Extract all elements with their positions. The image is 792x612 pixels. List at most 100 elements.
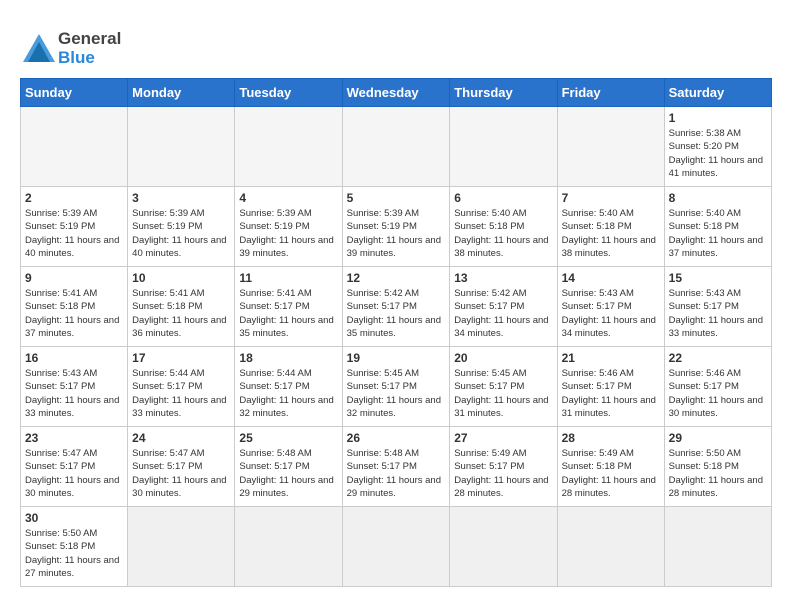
cell-content: Sunrise: 5:43 AMSunset: 5:17 PMDaylight:… — [562, 287, 660, 340]
cell-content: Sunrise: 5:50 AMSunset: 5:18 PMDaylight:… — [669, 447, 767, 500]
day-number: 4 — [239, 191, 337, 205]
calendar-cell: 26 Sunrise: 5:48 AMSunset: 5:17 PMDayligh… — [342, 427, 450, 507]
calendar-cell: 4 Sunrise: 5:39 AMSunset: 5:19 PMDaylight… — [235, 187, 342, 267]
calendar-cell — [128, 107, 235, 187]
day-number: 21 — [562, 351, 660, 365]
day-number: 2 — [25, 191, 123, 205]
cell-content: Sunrise: 5:40 AMSunset: 5:18 PMDaylight:… — [669, 207, 767, 260]
cell-content: Sunrise: 5:43 AMSunset: 5:17 PMDaylight:… — [669, 287, 767, 340]
cell-content: Sunrise: 5:46 AMSunset: 5:17 PMDaylight:… — [562, 367, 660, 420]
cell-content: Sunrise: 5:47 AMSunset: 5:17 PMDaylight:… — [25, 447, 123, 500]
calendar-cell: 3 Sunrise: 5:39 AMSunset: 5:19 PMDaylight… — [128, 187, 235, 267]
cell-content: Sunrise: 5:39 AMSunset: 5:19 PMDaylight:… — [132, 207, 230, 260]
calendar-cell — [450, 507, 557, 587]
day-number: 12 — [347, 271, 446, 285]
calendar-cell — [557, 107, 664, 187]
weekday-header-monday: Monday — [128, 79, 235, 107]
day-number: 28 — [562, 431, 660, 445]
cell-content: Sunrise: 5:42 AMSunset: 5:17 PMDaylight:… — [454, 287, 552, 340]
cell-content: Sunrise: 5:44 AMSunset: 5:17 PMDaylight:… — [239, 367, 337, 420]
week-row-1: 1 Sunrise: 5:38 AMSunset: 5:20 PMDaylight… — [21, 107, 772, 187]
day-number: 25 — [239, 431, 337, 445]
cell-content: Sunrise: 5:45 AMSunset: 5:17 PMDaylight:… — [347, 367, 446, 420]
logo-general: General — [58, 29, 121, 48]
week-row-2: 2 Sunrise: 5:39 AMSunset: 5:19 PMDaylight… — [21, 187, 772, 267]
weekday-header-sunday: Sunday — [21, 79, 128, 107]
calendar-cell: 21 Sunrise: 5:46 AMSunset: 5:17 PMDayligh… — [557, 347, 664, 427]
calendar-cell — [21, 107, 128, 187]
day-number: 13 — [454, 271, 552, 285]
weekday-header-row: SundayMondayTuesdayWednesdayThursdayFrid… — [21, 79, 772, 107]
calendar-cell: 29 Sunrise: 5:50 AMSunset: 5:18 PMDayligh… — [664, 427, 771, 507]
day-number: 1 — [669, 111, 767, 125]
week-row-3: 9Sunrise: 5:41 AMSunset: 5:18 PMDaylight… — [21, 267, 772, 347]
day-number: 14 — [562, 271, 660, 285]
cell-content: Sunrise: 5:50 AMSunset: 5:18 PMDaylight:… — [25, 527, 123, 580]
calendar-cell: 12 Sunrise: 5:42 AMSunset: 5:17 PMDayligh… — [342, 267, 450, 347]
cell-content: Sunrise: 5:48 AMSunset: 5:17 PMDaylight:… — [347, 447, 446, 500]
cell-content: Sunrise: 5:40 AMSunset: 5:18 PMDaylight:… — [454, 207, 552, 260]
weekday-header-thursday: Thursday — [450, 79, 557, 107]
logo-graphic — [20, 30, 58, 68]
header: General Blue — [20, 20, 772, 68]
cell-content: Sunrise: 5:46 AMSunset: 5:17 PMDaylight:… — [669, 367, 767, 420]
calendar-cell: 10 Sunrise: 5:41 AMSunset: 5:18 PMDayligh… — [128, 267, 235, 347]
calendar-cell: 14 Sunrise: 5:43 AMSunset: 5:17 PMDayligh… — [557, 267, 664, 347]
cell-content: Sunrise: 5:41 AMSunset: 5:18 PMDaylight:… — [25, 287, 123, 340]
day-number: 5 — [347, 191, 446, 205]
cell-content: Sunrise: 5:39 AMSunset: 5:19 PMDaylight:… — [347, 207, 446, 260]
cell-content: Sunrise: 5:45 AMSunset: 5:17 PMDaylight:… — [454, 367, 552, 420]
day-number: 11 — [239, 271, 337, 285]
cell-content: Sunrise: 5:39 AMSunset: 5:19 PMDaylight:… — [239, 207, 337, 260]
day-number: 6 — [454, 191, 552, 205]
calendar-cell: 16 Sunrise: 5:43 AMSunset: 5:17 PMDayligh… — [21, 347, 128, 427]
cell-content: Sunrise: 5:47 AMSunset: 5:17 PMDaylight:… — [132, 447, 230, 500]
calendar-cell: 17Sunrise: 5:44 AMSunset: 5:17 PMDayligh… — [128, 347, 235, 427]
cell-content: Sunrise: 5:39 AMSunset: 5:19 PMDaylight:… — [25, 207, 123, 260]
calendar-cell — [235, 107, 342, 187]
cell-content: Sunrise: 5:44 AMSunset: 5:17 PMDaylight:… — [132, 367, 230, 420]
logo-blue: Blue — [58, 49, 121, 68]
calendar-cell — [450, 107, 557, 187]
day-number: 15 — [669, 271, 767, 285]
weekday-header-saturday: Saturday — [664, 79, 771, 107]
day-number: 29 — [669, 431, 767, 445]
cell-content: Sunrise: 5:48 AMSunset: 5:17 PMDaylight:… — [239, 447, 337, 500]
cell-content: Sunrise: 5:38 AMSunset: 5:20 PMDaylight:… — [669, 127, 767, 180]
calendar-cell — [557, 507, 664, 587]
calendar-cell: 6 Sunrise: 5:40 AMSunset: 5:18 PMDaylight… — [450, 187, 557, 267]
calendar-cell: 19 Sunrise: 5:45 AMSunset: 5:17 PMDayligh… — [342, 347, 450, 427]
day-number: 30 — [25, 511, 123, 525]
calendar-cell: 18Sunrise: 5:44 AMSunset: 5:17 PMDayligh… — [235, 347, 342, 427]
weekday-header-wednesday: Wednesday — [342, 79, 450, 107]
day-number: 20 — [454, 351, 552, 365]
cell-content: Sunrise: 5:43 AMSunset: 5:17 PMDaylight:… — [25, 367, 123, 420]
calendar-cell: 25 Sunrise: 5:48 AMSunset: 5:17 PMDayligh… — [235, 427, 342, 507]
day-number: 27 — [454, 431, 552, 445]
calendar-cell: 9Sunrise: 5:41 AMSunset: 5:18 PMDaylight… — [21, 267, 128, 347]
calendar-cell — [235, 507, 342, 587]
day-number: 3 — [132, 191, 230, 205]
calendar-cell — [128, 507, 235, 587]
day-number: 16 — [25, 351, 123, 365]
day-number: 24 — [132, 431, 230, 445]
weekday-header-tuesday: Tuesday — [235, 79, 342, 107]
day-number: 10 — [132, 271, 230, 285]
weekday-header-friday: Friday — [557, 79, 664, 107]
calendar-cell: 30 Sunrise: 5:50 AMSunset: 5:18 PMDayligh… — [21, 507, 128, 587]
cell-content: Sunrise: 5:40 AMSunset: 5:18 PMDaylight:… — [562, 207, 660, 260]
cell-content: Sunrise: 5:49 AMSunset: 5:18 PMDaylight:… — [562, 447, 660, 500]
day-number: 23 — [25, 431, 123, 445]
calendar-cell: 7Sunrise: 5:40 AMSunset: 5:18 PMDaylight… — [557, 187, 664, 267]
calendar-cell: 8Sunrise: 5:40 AMSunset: 5:18 PMDaylight… — [664, 187, 771, 267]
day-number: 26 — [347, 431, 446, 445]
day-number: 19 — [347, 351, 446, 365]
cell-content: Sunrise: 5:49 AMSunset: 5:17 PMDaylight:… — [454, 447, 552, 500]
calendar-cell — [342, 107, 450, 187]
calendar-cell: 13 Sunrise: 5:42 AMSunset: 5:17 PMDayligh… — [450, 267, 557, 347]
cell-content: Sunrise: 5:41 AMSunset: 5:17 PMDaylight:… — [239, 287, 337, 340]
cell-content: Sunrise: 5:42 AMSunset: 5:17 PMDaylight:… — [347, 287, 446, 340]
cell-content: Sunrise: 5:41 AMSunset: 5:18 PMDaylight:… — [132, 287, 230, 340]
calendar: SundayMondayTuesdayWednesdayThursdayFrid… — [20, 78, 772, 587]
calendar-cell: 5 Sunrise: 5:39 AMSunset: 5:19 PMDaylight… — [342, 187, 450, 267]
